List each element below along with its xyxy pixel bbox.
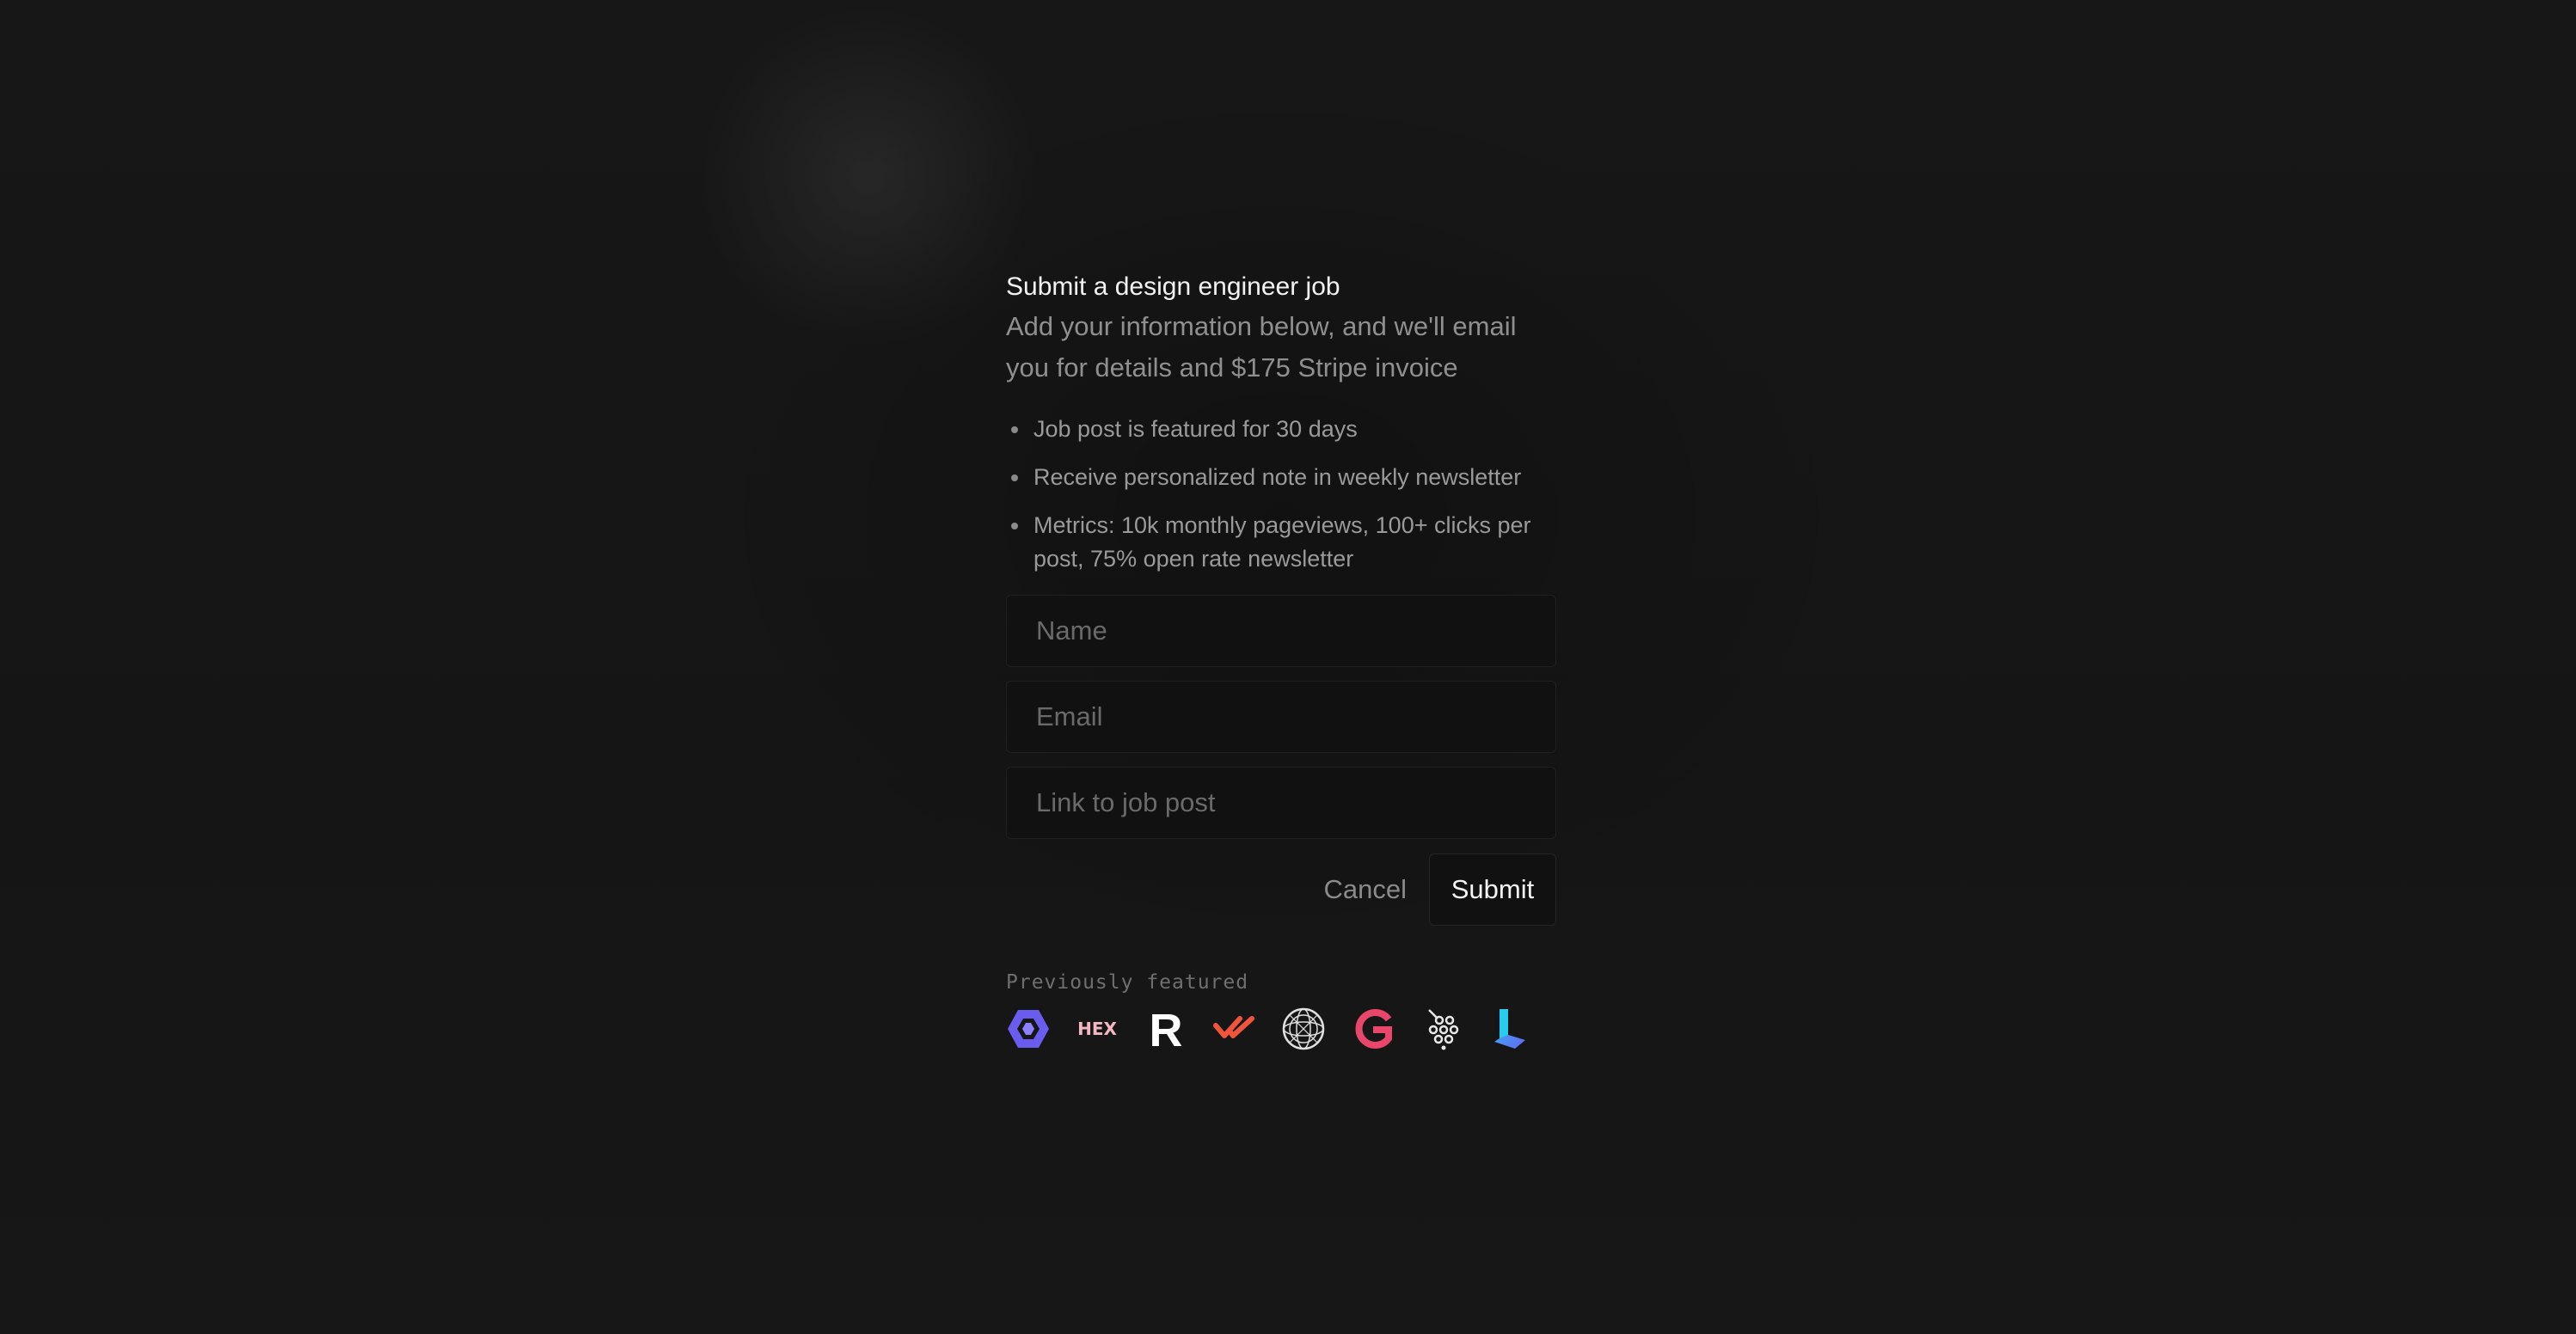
benefit-text: Metrics: 10k monthly pageviews, 100+ cli…	[1033, 512, 1531, 572]
name-input[interactable]	[1007, 596, 1555, 666]
hexagon-chevron-logo-icon	[1006, 1007, 1051, 1051]
submit-button[interactable]: Submit	[1429, 854, 1556, 926]
email-field-wrapper	[1006, 681, 1556, 753]
job-link-input[interactable]	[1007, 768, 1555, 838]
dot-cluster-logo-icon	[1419, 1007, 1463, 1051]
featured-logos: HEX R	[1006, 1005, 1556, 1053]
form-actions: Cancel Submit	[1006, 854, 1556, 926]
benefit-item: Receive personalized note in weekly news…	[1006, 461, 1558, 494]
cancel-button[interactable]: Cancel	[1324, 874, 1430, 905]
job-submit-panel: Submit a design engineer job Add your in…	[1006, 268, 1556, 1053]
email-input[interactable]	[1007, 682, 1555, 752]
benefit-text: Receive personalized note in weekly news…	[1033, 464, 1522, 490]
job-link-field-wrapper	[1006, 767, 1556, 839]
hex-wordmark-logo-icon: HEX	[1075, 1007, 1119, 1051]
bullet-dot-icon	[1011, 426, 1018, 433]
globe-wireframe-logo-icon	[1281, 1007, 1326, 1051]
benefit-text: Job post is featured for 30 days	[1033, 416, 1358, 442]
benefit-item: Metrics: 10k monthly pageviews, 100+ cli…	[1006, 509, 1558, 576]
r-letter-text: R	[1150, 1007, 1183, 1051]
name-field-wrapper	[1006, 595, 1556, 667]
bullet-dot-icon	[1011, 474, 1018, 481]
benefits-list: Job post is featured for 30 days Receive…	[1006, 413, 1556, 576]
bullet-dot-icon	[1011, 523, 1018, 529]
double-check-logo-icon	[1212, 1007, 1257, 1051]
gradient-l-logo-icon	[1487, 1007, 1532, 1051]
form-title: Submit a design engineer job	[1006, 272, 1340, 301]
hex-wordmark-text: HEX	[1077, 1019, 1117, 1039]
form-fields	[1006, 595, 1556, 839]
form-subtitle: Add your information below, and we'll em…	[1006, 311, 1517, 382]
previously-featured-section: Previously featured HEX R	[1006, 969, 1556, 1053]
previously-featured-label: Previously featured	[1006, 971, 1249, 994]
benefit-item: Job post is featured for 30 days	[1006, 413, 1558, 446]
g-arc-logo-icon	[1350, 1007, 1395, 1051]
r-letter-logo-icon: R	[1144, 1007, 1188, 1051]
